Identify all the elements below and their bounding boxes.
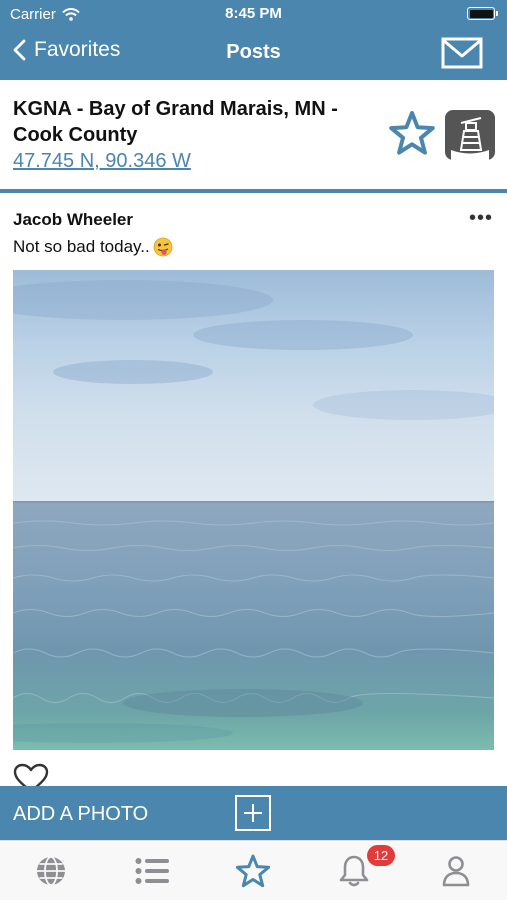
tab-list[interactable]: [132, 853, 172, 889]
person-icon: [442, 856, 470, 887]
station-header: KGNA - Bay of Grand Marais, MN - Cook Co…: [0, 80, 507, 190]
photo-sea: [13, 503, 494, 750]
lighthouse-icon: [451, 117, 489, 160]
plus-icon[interactable]: [235, 795, 271, 831]
star-icon: [235, 854, 271, 888]
notifications-badge: 12: [367, 845, 395, 866]
tab-profile[interactable]: [436, 853, 476, 889]
favorite-button[interactable]: [388, 110, 436, 161]
globe-icon: [37, 856, 65, 886]
navigation-bar: Favorites Posts: [0, 28, 507, 80]
post-card: Jacob Wheeler ••• Not so bad today..: [0, 193, 507, 793]
tab-favorites[interactable]: [233, 853, 273, 889]
bell-icon: [339, 855, 369, 887]
mail-button[interactable]: [441, 37, 483, 74]
photo-sky: [13, 270, 494, 501]
add-photo-bar[interactable]: ADD A PHOTO: [0, 786, 507, 840]
post-caption: Not so bad today..: [13, 237, 150, 256]
battery-icon: [467, 7, 498, 20]
post-photo[interactable]: [13, 270, 494, 750]
add-photo-label: ADD A PHOTO: [13, 803, 149, 825]
status-time: 8:45 PM: [225, 5, 282, 22]
post-author[interactable]: Jacob Wheeler: [13, 210, 133, 230]
station-name: KGNA - Bay of Grand Marais, MN - Cook Co…: [13, 98, 338, 146]
more-options-button[interactable]: •••: [469, 207, 493, 230]
star-icon: [389, 111, 435, 155]
winking-tongue-emoji-icon: [153, 237, 173, 257]
envelope-icon: [441, 37, 483, 69]
list-icon: [135, 858, 169, 884]
post-caption-row: Not so bad today..: [13, 237, 173, 257]
station-coordinates-link[interactable]: 47.745 N, 90.346 W: [13, 150, 191, 173]
station-type-button[interactable]: [445, 110, 495, 160]
page-title: Posts: [226, 41, 281, 63]
top-bar: Carrier 8:45 PM Favorites Posts: [0, 0, 507, 80]
status-bar: Carrier 8:45 PM: [0, 0, 507, 28]
tab-map[interactable]: [31, 853, 71, 889]
tab-bar: 12: [0, 840, 507, 900]
